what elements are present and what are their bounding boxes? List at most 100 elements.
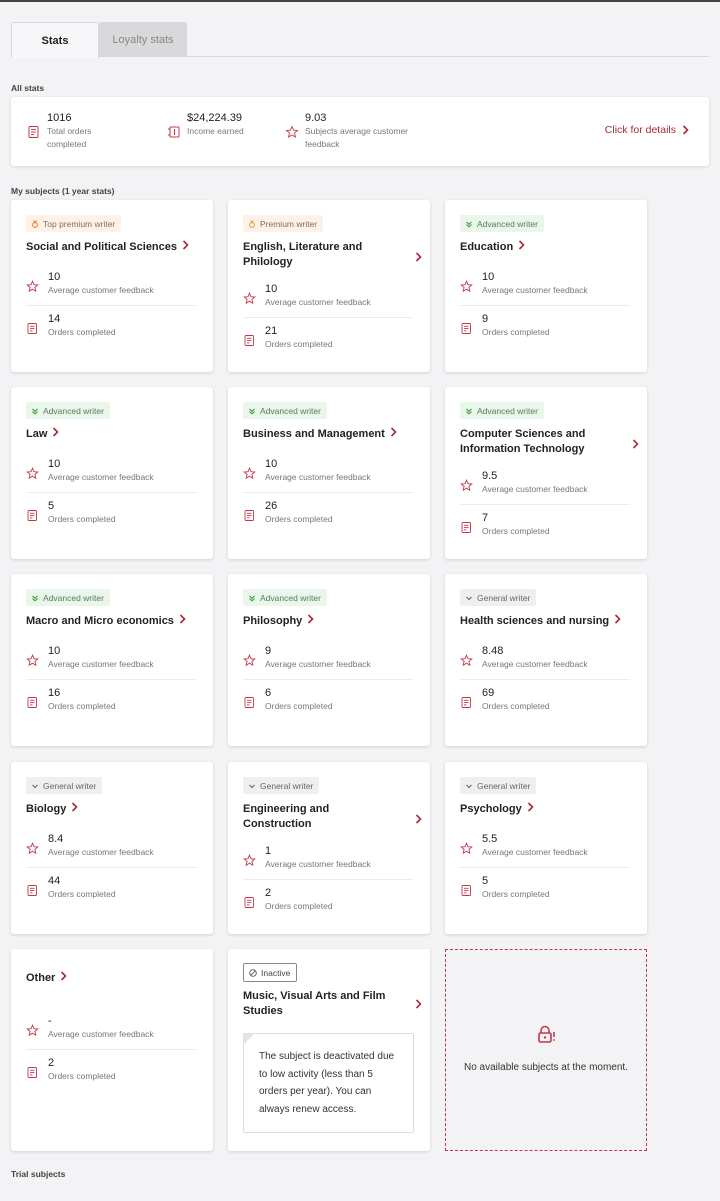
- badge-label: General writer: [477, 592, 531, 603]
- feedback-value: 5.5: [482, 833, 498, 845]
- subject-title-link[interactable]: Education: [460, 240, 640, 255]
- orders-icon: [27, 323, 37, 334]
- top-divider: [0, 0, 720, 2]
- writer-level-badge: Premium writer: [243, 215, 324, 232]
- subject-title: Engineering and Construction: [243, 803, 330, 830]
- feedback-value: 10: [265, 283, 278, 295]
- badge-label: General writer: [477, 780, 531, 791]
- subject-title-link[interactable]: Law: [26, 427, 206, 442]
- feedback-value: 10: [48, 458, 61, 470]
- income-icon: [168, 126, 180, 138]
- stat-label: Income earned: [187, 126, 244, 136]
- all-stats-heading: All stats: [11, 83, 45, 93]
- feedback-metric: 10 Average customer feedback: [26, 271, 154, 296]
- subject-title-link[interactable]: Engineering and Construction: [243, 802, 398, 832]
- orders-icon: [27, 885, 37, 896]
- orders-label: Orders completed: [265, 901, 333, 911]
- orders-icon: [27, 1067, 37, 1078]
- star-icon: [460, 654, 473, 667]
- subject-title-link[interactable]: Music, Visual Arts and Film Studies: [243, 989, 398, 1019]
- chevron-right-icon[interactable]: [415, 999, 422, 1009]
- orders-icon: [461, 522, 471, 533]
- subject-title-link[interactable]: Social and Political Sciences: [26, 240, 206, 255]
- orders-metric: 14 Orders completed: [26, 313, 116, 338]
- orders-label: Orders completed: [48, 327, 116, 337]
- chevron-right-icon[interactable]: [415, 811, 422, 829]
- orders-value: 7: [482, 512, 489, 524]
- feedback-value: 10: [48, 645, 61, 657]
- chevron-right-icon[interactable]: [632, 436, 639, 454]
- subject-title-link[interactable]: Philosophy: [243, 614, 423, 629]
- divider: [26, 492, 196, 493]
- star-icon: [243, 467, 256, 480]
- orders-value: 2: [265, 887, 272, 899]
- divider: [26, 867, 196, 868]
- orders-label: Orders completed: [48, 514, 116, 524]
- chevron-down-icon: [466, 596, 472, 600]
- tab-stats[interactable]: Stats: [11, 22, 99, 58]
- badge-label: Premium writer: [260, 218, 318, 229]
- orders-label: Orders completed: [265, 339, 333, 349]
- orders-label: Orders completed: [482, 889, 550, 899]
- orders-label: Orders completed: [482, 701, 550, 711]
- tab-loyalty-stats[interactable]: Loyalty stats: [99, 22, 187, 57]
- stat-value: 9.03: [305, 112, 327, 124]
- feedback-label: Average customer feedback: [48, 847, 154, 857]
- orders-label: Orders completed: [482, 526, 550, 536]
- divider: [460, 867, 630, 868]
- orders-label: Orders completed: [265, 514, 333, 524]
- writer-level-badge: General writer: [243, 777, 320, 794]
- feedback-metric: 8.48 Average customer feedback: [460, 645, 588, 670]
- chevron-right-icon[interactable]: [415, 249, 422, 267]
- subject-title: Business and Management: [243, 428, 385, 440]
- feedback-value: 9: [265, 645, 272, 657]
- orders-value: 2: [48, 1057, 55, 1069]
- subject-title-link[interactable]: Psychology: [460, 802, 640, 817]
- subject-title-link[interactable]: Health sciences and nursing: [460, 614, 640, 629]
- subject-title: English, Literature and Philology: [243, 241, 363, 268]
- double-chevron-up-icon: [32, 408, 38, 415]
- subject-title: Social and Political Sciences: [26, 241, 178, 253]
- orders-value: 21: [265, 325, 278, 337]
- orders-metric: 44 Orders completed: [26, 875, 116, 900]
- writer-level-badge: General writer: [460, 777, 537, 794]
- subject-card: Advanced writer Business and Management 10…: [228, 387, 430, 559]
- orders-value: 6: [265, 687, 272, 699]
- writer-level-badge: Advanced writer: [460, 402, 544, 419]
- writer-level-badge: Advanced writer: [243, 402, 327, 419]
- medal-icon: [32, 219, 38, 228]
- chevron-right-icon: [71, 802, 78, 817]
- subject-title-link[interactable]: Other: [26, 971, 206, 986]
- orders-metric: 16 Orders completed: [26, 687, 116, 712]
- subject-title-link[interactable]: Biology: [26, 802, 206, 817]
- feedback-value: 1: [265, 845, 272, 857]
- double-chevron-up-icon: [32, 595, 38, 602]
- badge-label: Advanced writer: [43, 592, 104, 603]
- orders-label: Orders completed: [265, 701, 333, 711]
- badge-label: General writer: [43, 780, 97, 791]
- stat-feedback: 9.03 Subjects average customer feedback: [285, 112, 425, 151]
- subject-title-link[interactable]: Computer Sciences and Information Techno…: [460, 427, 615, 457]
- subject-card-inactive: Inactive Music, Visual Arts and Film Stu…: [228, 949, 430, 1151]
- note-text: The subject is deactivated due to low ac…: [259, 1051, 395, 1115]
- badge-label: Advanced writer: [260, 405, 321, 416]
- feedback-metric: 9.5 Average customer feedback: [460, 470, 588, 495]
- chevron-right-icon: [307, 614, 314, 629]
- badge-label: Advanced writer: [260, 592, 321, 603]
- subject-title: Law: [26, 428, 48, 440]
- divider: [243, 679, 413, 680]
- subject-card: General writer Health sciences and nursin…: [445, 574, 647, 746]
- subject-card: Top premium writer Social and Political S…: [11, 200, 213, 372]
- inactive-badge: Inactive: [243, 963, 298, 982]
- feedback-metric: 1 Average customer feedback: [243, 845, 371, 870]
- orders-icon: [244, 510, 254, 521]
- feedback-label: Average customer feedback: [265, 659, 371, 669]
- feedback-metric: 9 Average customer feedback: [243, 645, 371, 670]
- subject-title-link[interactable]: Business and Management: [243, 427, 423, 442]
- subject-title-link[interactable]: English, Literature and Philology: [243, 240, 398, 270]
- orders-value: 26: [265, 500, 278, 512]
- divider: [243, 492, 413, 493]
- badge-label: Advanced writer: [477, 405, 538, 416]
- click-for-details-link[interactable]: Click for details: [605, 124, 689, 136]
- subject-title-link[interactable]: Macro and Micro economics: [26, 614, 206, 629]
